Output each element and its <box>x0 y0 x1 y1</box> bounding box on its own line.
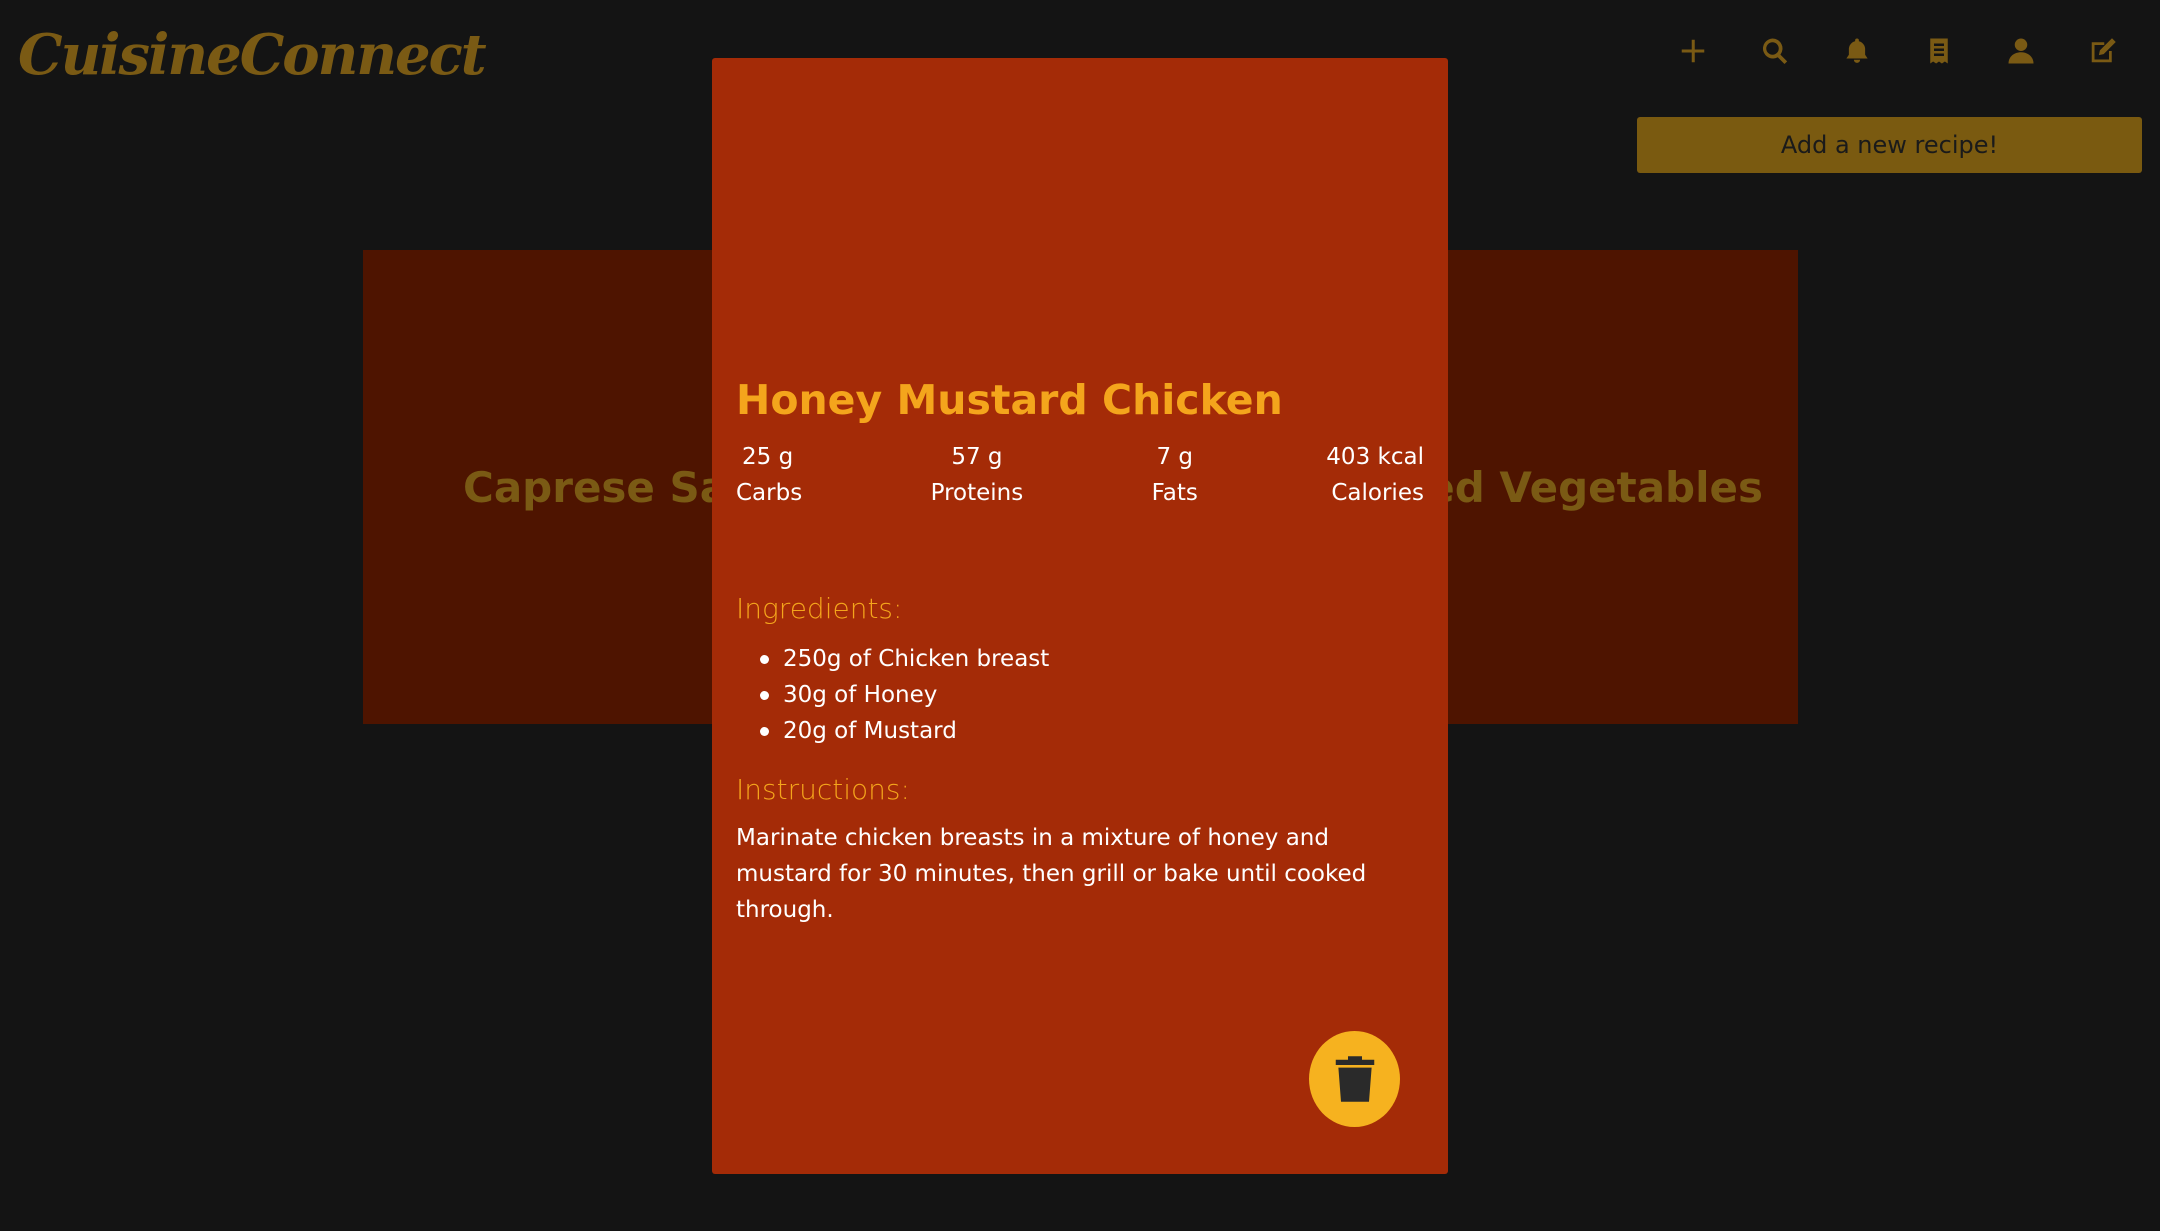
list-item: 250g of Chicken breast <box>736 641 1049 677</box>
carousel-card-left[interactable]: Caprese Salad <box>363 250 713 724</box>
recipe-title: Honey Mustard Chicken <box>736 376 1283 424</box>
macro-carbs: 25 g Carbs <box>736 442 802 508</box>
receipt-icon[interactable] <box>1922 34 1956 68</box>
top-nav <box>1676 34 2120 68</box>
edit-icon[interactable] <box>2086 34 2120 68</box>
user-icon[interactable] <box>2004 34 2038 68</box>
list-item: 30g of Honey <box>736 677 1049 713</box>
macro-value: 7 g <box>1156 444 1194 470</box>
macro-label: Fats <box>1151 480 1198 506</box>
instructions-text: Marinate chicken breasts in a mixture of… <box>736 825 1367 923</box>
app-logo[interactable]: CuisineConnect <box>18 22 487 88</box>
macro-calories: 403 kcal Calories <box>1326 442 1424 508</box>
macro-value: 403 kcal <box>1326 444 1424 470</box>
carousel-card-title: Caprese Salad <box>463 462 713 512</box>
plus-icon[interactable] <box>1676 34 1710 68</box>
bell-icon[interactable] <box>1840 34 1874 68</box>
recipe-modal: Honey Mustard Chicken 25 g Carbs 57 g Pr… <box>712 58 1448 1174</box>
page: CuisineConnect Add a new recipe! Caprese… <box>0 0 2160 1231</box>
macro-fats: 7 g Fats <box>1152 442 1198 508</box>
macros-row: 25 g Carbs 57 g Proteins 7 g Fats 403 kc… <box>736 442 1424 508</box>
carousel-card-right[interactable]: Stir-Fried Vegetables <box>1448 250 1798 724</box>
macro-value: 57 g <box>951 444 1003 470</box>
macro-label: Carbs <box>736 480 803 506</box>
ingredients-heading: Ingredients: <box>736 592 903 625</box>
carousel-card-title: Stir-Fried Vegetables <box>1448 462 1763 512</box>
add-recipe-button[interactable]: Add a new recipe! <box>1637 117 2142 173</box>
macro-label: Proteins <box>930 480 1024 506</box>
delete-button[interactable] <box>1309 1031 1400 1127</box>
macro-label: Calories <box>1331 480 1424 506</box>
instructions-heading: Instructions: <box>736 773 910 806</box>
macro-value: 25 g <box>742 444 794 470</box>
macro-proteins: 57 g Proteins <box>931 442 1024 508</box>
search-icon[interactable] <box>1758 34 1792 68</box>
list-item: 20g of Mustard <box>736 713 1049 749</box>
trash-icon <box>1335 1056 1374 1102</box>
ingredient-list: 250g of Chicken breast 30g of Honey 20g … <box>736 641 1049 749</box>
